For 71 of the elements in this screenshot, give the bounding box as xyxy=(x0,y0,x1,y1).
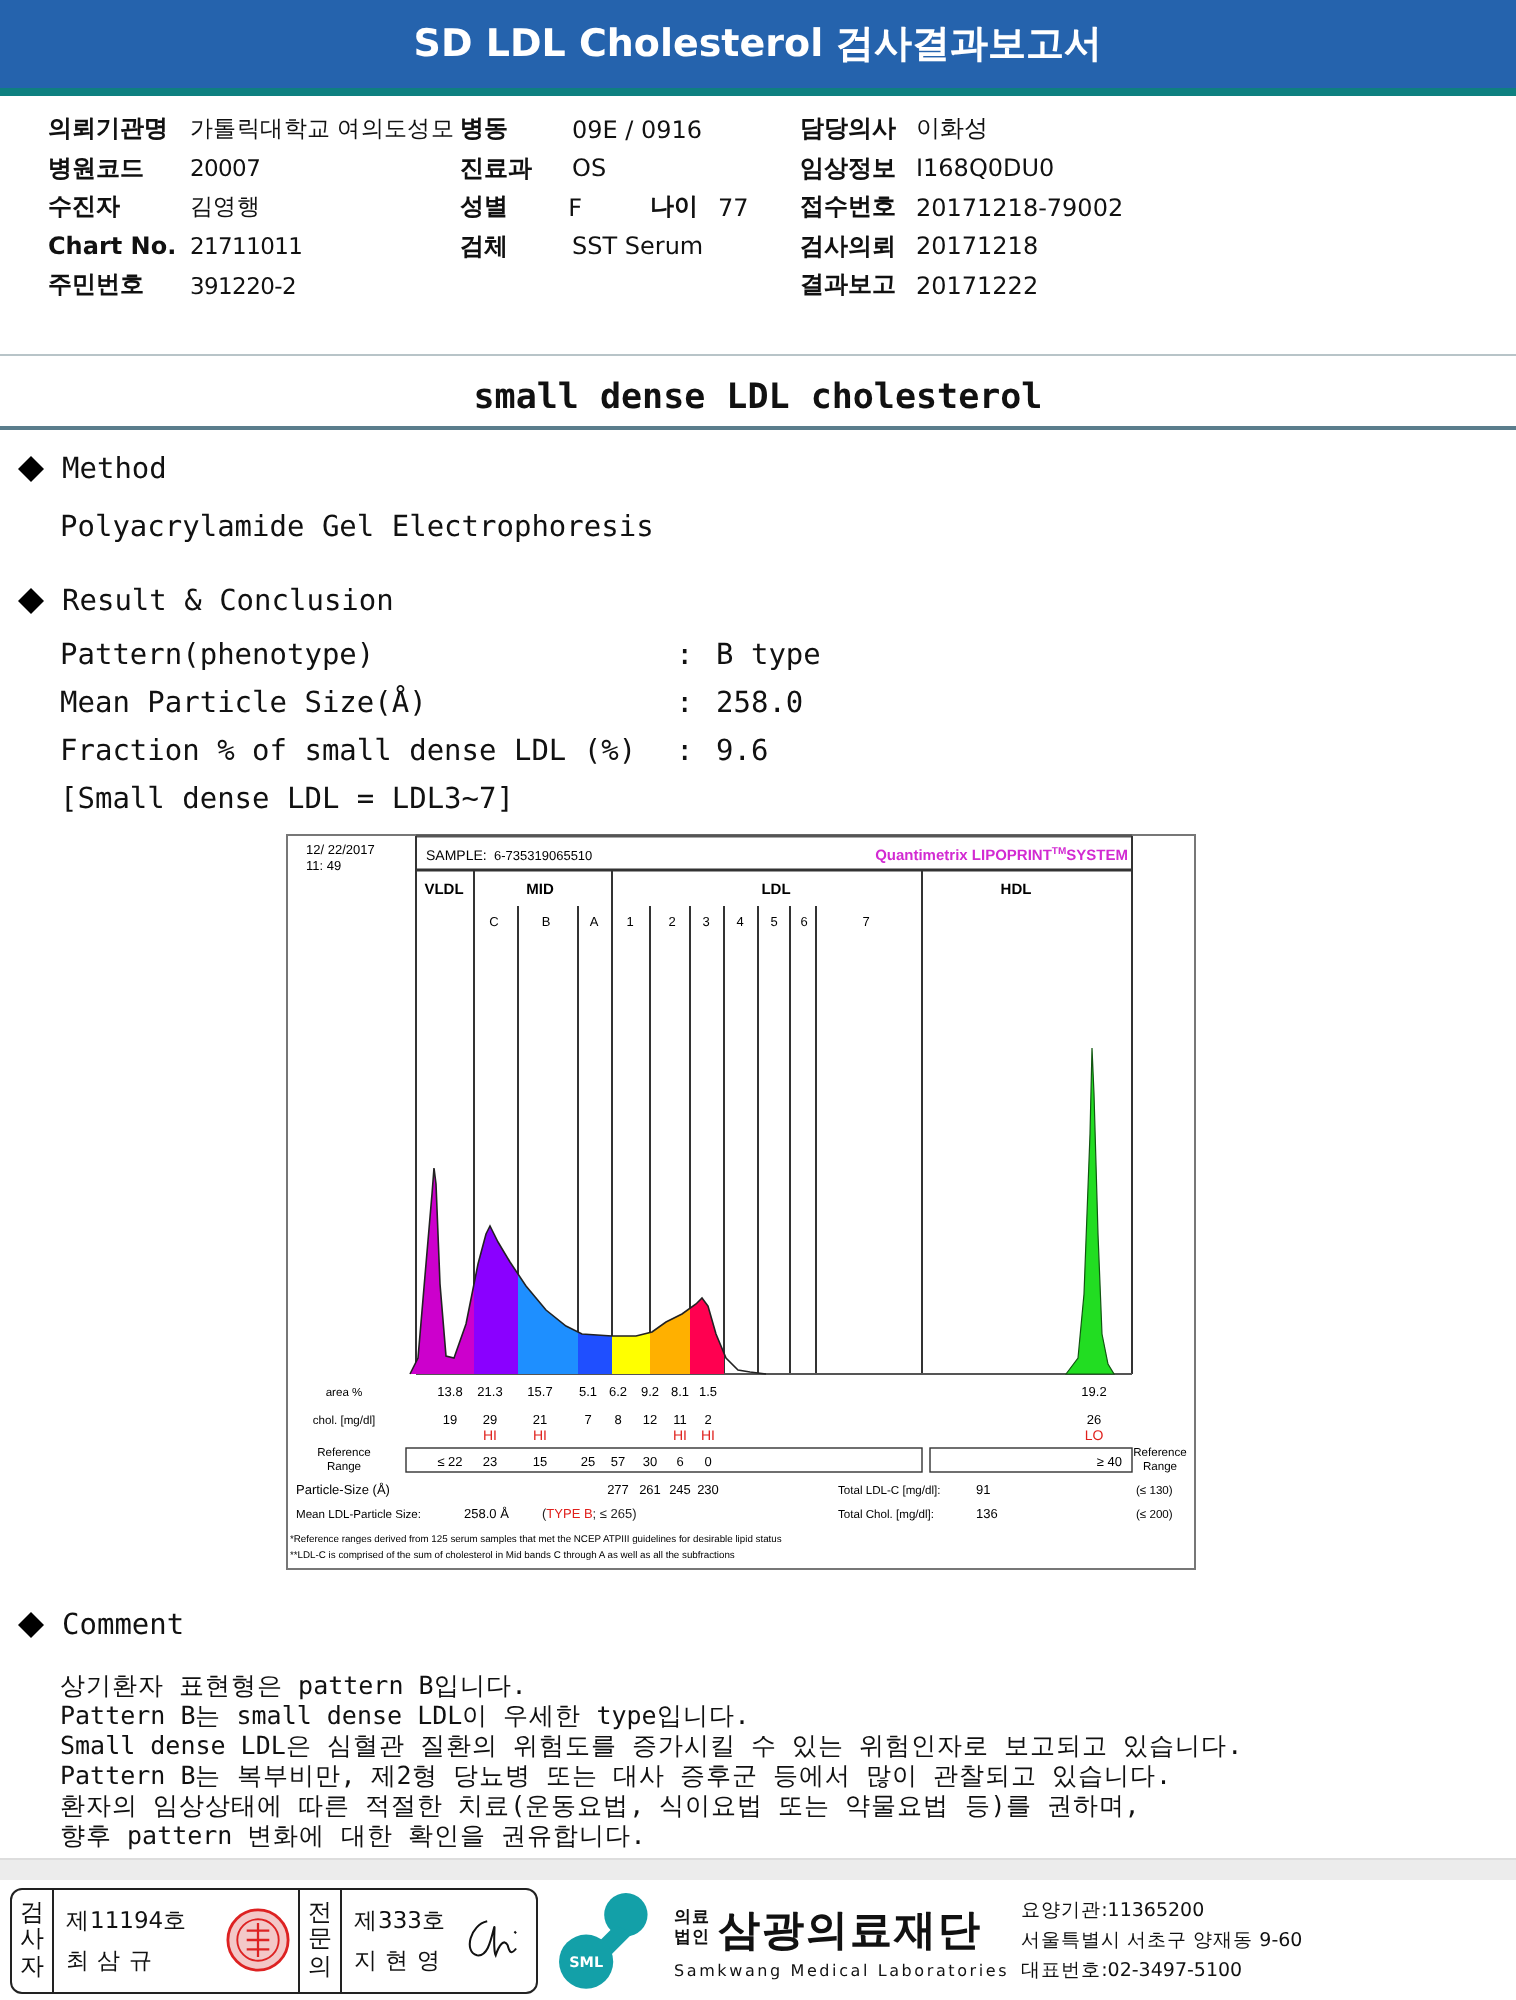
field-value: 20171218-79002 xyxy=(916,193,1124,222)
field-label: 나이 xyxy=(650,190,701,225)
bullet-icon xyxy=(18,456,44,482)
contact-text: 대표번호:02-3497-5100 xyxy=(1021,1957,1245,1983)
seal-stamp-icon xyxy=(226,1908,290,1972)
separator: : xyxy=(676,733,696,771)
field-label: 병원코드 xyxy=(48,151,146,186)
signer-name: 최 삼 규 xyxy=(66,1945,155,1975)
field-value: 77 xyxy=(718,193,751,222)
separator: : xyxy=(676,685,696,723)
note-text: [Small dense LDL = LDL3~7] xyxy=(60,781,516,819)
text-line: Small dense LDL은 심혈관 질환의 위험도를 증가시킬 수 있는 위험인자로 보고되고 있습니다. xyxy=(60,1729,1245,1759)
logo-icon xyxy=(559,1893,648,1989)
result-label: Pattern(phenotype) xyxy=(60,637,377,675)
section-heading: Result & Conclusion xyxy=(62,585,394,617)
bullet-icon xyxy=(18,1612,44,1638)
text-line: 향후 pattern 변화에 대한 확인을 권유합니다. xyxy=(60,1819,648,1849)
field-value: OS xyxy=(572,154,609,183)
field-label: 접수번호 xyxy=(800,190,898,225)
text-line: Polyacrylamide Gel Electrophoresis xyxy=(60,509,656,547)
corporation-type: 의료 xyxy=(674,1910,710,1929)
text-line: 상기환자 표현형은 pattern B입니다. xyxy=(60,1669,529,1699)
field-label: 검체 xyxy=(460,229,510,264)
report-title-bar: SD LDL Cholesterol 검사결과보고서 xyxy=(0,0,1516,96)
field-value: I168Q0DU0 xyxy=(916,154,1055,183)
field-label: 병동 xyxy=(460,112,510,147)
field-value: F xyxy=(568,193,585,222)
field-value: 09E / 0916 xyxy=(572,115,703,144)
field-label: 의뢰기관명 xyxy=(48,112,170,147)
field-label: 결과보고 xyxy=(800,268,898,303)
field-label: 주민번호 xyxy=(48,268,146,303)
logo-text: SML xyxy=(569,1953,604,1972)
role-label: 검사자 xyxy=(20,1900,44,1980)
result-value: B type xyxy=(716,637,823,675)
field-value: 이화성 xyxy=(916,112,988,147)
field-label: 성별 xyxy=(460,190,510,225)
corporation-type: 법인 xyxy=(674,1929,710,1948)
field-label: 진료과 xyxy=(460,151,534,186)
field-value: SST Serum xyxy=(572,232,704,261)
license-number: 제11194호 xyxy=(66,1905,188,1935)
text-line: 환자의 임상상태에 따른 적절한 치료(운동요법, 식이요법 또는 약물요법 등)를 권하며, xyxy=(60,1789,1142,1819)
lab-english-name: Samkwang Medical Laboratories xyxy=(674,1961,1010,1979)
result-label: Mean Particle Size(Å) xyxy=(60,683,429,723)
report-heading: small dense LDL cholesterol xyxy=(0,373,1516,429)
field-value: 가톨릭대학교 여의도성모 xyxy=(190,114,457,145)
field-value: 김영행 xyxy=(190,192,263,223)
field-value: 20171218 xyxy=(916,232,1039,261)
signer-name: 지 현 영 xyxy=(354,1945,443,1975)
result-label: Fraction % of small dense LDL (%) xyxy=(60,733,639,771)
result-value: 258.0 xyxy=(716,685,806,723)
section-heading: Comment xyxy=(62,1609,185,1641)
role-label: 전문의 xyxy=(308,1900,332,1980)
field-value: 391220-2 xyxy=(190,271,298,300)
section-heading: Method xyxy=(62,453,167,485)
contact-text: 요양기관:11365200 xyxy=(1021,1897,1207,1923)
field-label: 수진자 xyxy=(48,190,122,225)
bullet-icon xyxy=(18,588,44,614)
text-line: Pattern B는 small dense LDL이 우세한 type입니다. xyxy=(60,1699,752,1729)
text-line: Pattern B는 복부비만, 제2형 당뇨병 또는 대사 증후군 등에서 많이 관찰되고 있습니다. xyxy=(60,1759,1174,1789)
contact-text: 서울특별시 서초구 양재동 9-60 xyxy=(1021,1927,1303,1953)
result-value: 9.6 xyxy=(716,733,771,771)
field-value: 20171222 xyxy=(916,271,1039,300)
field-label: 담당의사 xyxy=(800,112,898,147)
field-label: 검사의뢰 xyxy=(800,229,898,264)
lab-name: 삼광의료재단 xyxy=(718,1903,982,1957)
field-value: 21711011 xyxy=(190,232,305,261)
field-label: Chart No. xyxy=(48,232,179,261)
field-label: 임상정보 xyxy=(800,151,898,186)
separator: : xyxy=(676,637,696,675)
license-number: 제333호 xyxy=(354,1905,446,1935)
field-value: 20007 xyxy=(190,154,263,183)
